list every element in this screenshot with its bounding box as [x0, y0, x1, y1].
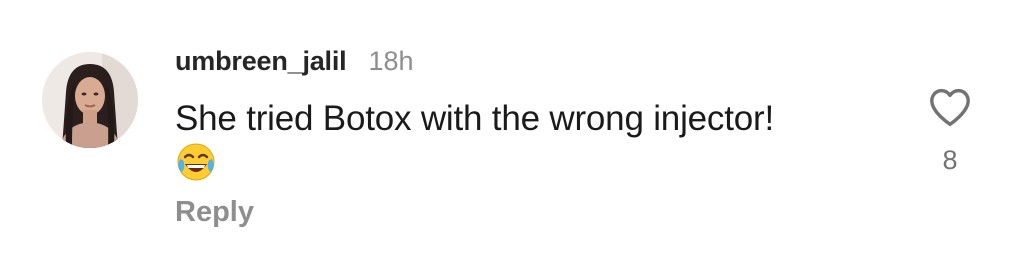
like-button[interactable]: [922, 82, 978, 132]
comment-text: She tried Botox with the wrong injector!: [175, 99, 774, 138]
face-with-tears-of-joy-icon: [177, 143, 215, 181]
avatar[interactable]: [42, 52, 138, 148]
comment-header: umbreen_jalil 18h: [175, 46, 875, 82]
heart-outline-icon: [930, 88, 970, 127]
like-column: 8: [922, 82, 978, 176]
username-link[interactable]: umbreen_jalil: [175, 46, 347, 77]
like-count: 8: [942, 145, 958, 175]
comment-item: umbreen_jalil 18h She tried Botox with t…: [0, 0, 1024, 278]
reply-button[interactable]: Reply: [175, 196, 254, 229]
avatar-image: [42, 52, 138, 148]
timestamp: 18h: [368, 46, 414, 76]
emoji-line: [175, 142, 875, 184]
comment-body: umbreen_jalil 18h She tried Botox with t…: [175, 46, 875, 184]
